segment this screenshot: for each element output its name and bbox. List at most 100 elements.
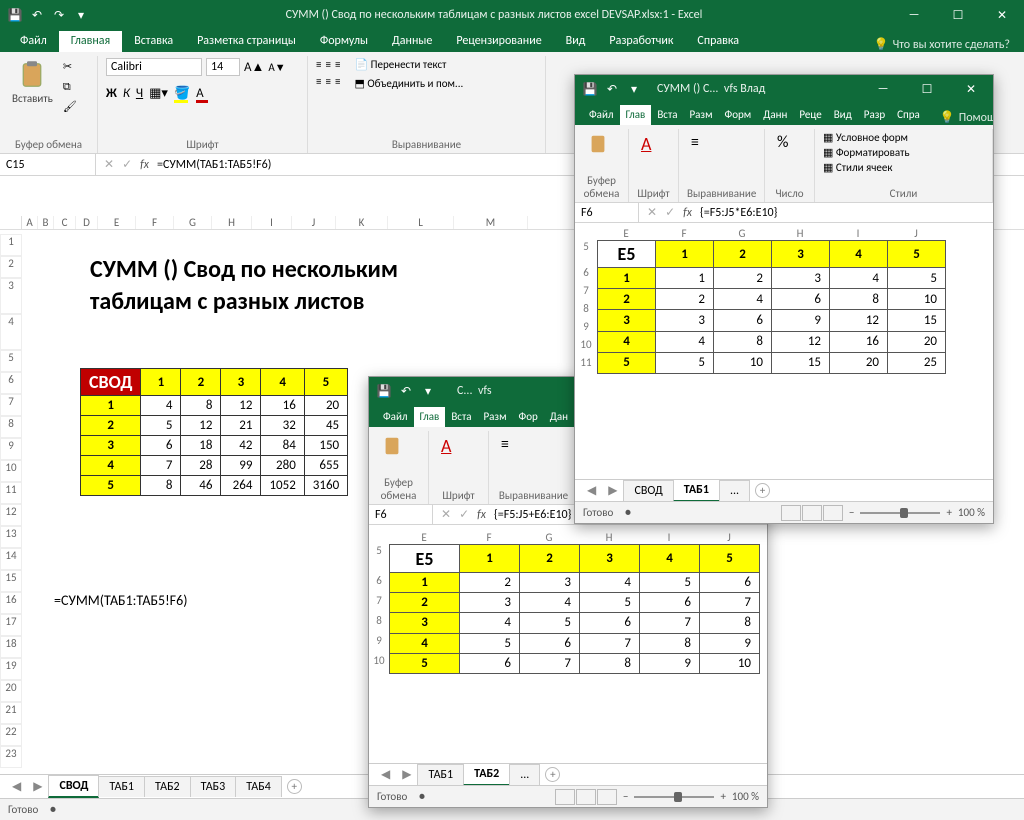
formula-bar-text[interactable]: =СУММ(ТАБ1:ТАБ5!F6) — [157, 158, 271, 172]
tab-review[interactable]: Рецензирование — [444, 31, 553, 52]
align-bot-icon[interactable]: ≡ — [335, 58, 340, 71]
tab-formulas[interactable]: Формулы — [308, 31, 380, 52]
tab-home[interactable]: Главная — [59, 31, 122, 52]
c2-namebox[interactable]: F6 — [369, 505, 433, 524]
col-b[interactable]: B — [38, 216, 54, 229]
grow-font-icon[interactable]: A▲ — [244, 59, 264, 75]
tab-file[interactable]: Файл — [8, 31, 59, 52]
qat-more-icon[interactable]: ▾ — [72, 6, 90, 24]
c3-max[interactable]: ☐ — [905, 74, 949, 104]
new-sheet-button[interactable]: + — [287, 779, 302, 794]
fx-enter-icon[interactable]: ✓ — [122, 157, 132, 172]
font-name-input[interactable] — [106, 58, 202, 76]
c2-sheet-tab2[interactable]: ТАБ2 — [463, 763, 510, 786]
bold-button[interactable]: Ж — [106, 86, 117, 101]
c2-table[interactable]: E512345 123456 234567 345678 456789 5678… — [389, 544, 760, 674]
cut-icon[interactable]: ✂ — [63, 60, 79, 76]
align-left-icon[interactable]: ≡ — [316, 75, 321, 88]
c2-save-icon[interactable]: 💾 — [375, 382, 393, 400]
sheet-tab-tab1[interactable]: ТАБ1 — [98, 776, 145, 797]
sheet-tab-tab4[interactable]: ТАБ4 — [235, 776, 282, 797]
c2-sheet-tab1[interactable]: ТАБ1 — [417, 764, 464, 785]
tabs-scroll-right[interactable]: ▶ — [27, 779, 48, 794]
tab-insert[interactable]: Вставка — [122, 31, 185, 52]
save-icon[interactable]: 💾 — [6, 6, 24, 24]
c2-formula[interactable]: {=F5:J5+E6:E10} — [494, 508, 571, 522]
col-m[interactable]: M — [454, 216, 528, 229]
redo-icon[interactable]: ↷ — [50, 6, 68, 24]
macro-icon[interactable]: ⏺ — [50, 803, 56, 817]
c3-fmt-table[interactable]: ▦ Форматировать — [823, 146, 910, 159]
c3-more-icon[interactable]: ▾ — [625, 80, 643, 98]
c2-tab-formulas[interactable]: Фор — [513, 407, 544, 427]
c3-cond-fmt[interactable]: ▦ Условное форм — [823, 131, 908, 144]
col-k[interactable]: K — [336, 216, 388, 229]
col-a[interactable]: A — [22, 216, 38, 229]
c3-close[interactable]: ✕ — [949, 74, 993, 104]
c3-formula[interactable]: {=F5:J5*E6:E10} — [700, 206, 777, 220]
tab-page-layout[interactable]: Разметка страницы — [185, 31, 308, 52]
c3-undo-icon[interactable]: ↶ — [603, 80, 621, 98]
c3-namebox[interactable]: F6 — [575, 203, 639, 222]
undo-icon[interactable]: ↶ — [28, 6, 46, 24]
merge-button[interactable]: ⬒ Объединить и пом... — [354, 77, 463, 90]
fx-cancel-icon[interactable]: ✕ — [104, 157, 114, 172]
align-top-icon[interactable]: ≡ — [316, 58, 321, 71]
col-d[interactable]: D — [76, 216, 98, 229]
align-right-icon[interactable]: ≡ — [335, 75, 340, 88]
col-e[interactable]: E — [98, 216, 136, 229]
c2-tab-home[interactable]: Глав — [414, 407, 446, 427]
c2-more-icon[interactable]: ▾ — [419, 382, 437, 400]
tab-view[interactable]: Вид — [554, 31, 598, 52]
col-h[interactable]: H — [212, 216, 252, 229]
c2-tab-layout[interactable]: Разм — [477, 407, 512, 427]
font-color-button[interactable]: A — [196, 86, 204, 101]
tabs-scroll-left[interactable]: ◀ — [6, 779, 27, 794]
c3-status: Готово — [583, 506, 613, 519]
name-box[interactable]: C15 — [0, 154, 96, 175]
col-i[interactable]: I — [252, 216, 292, 229]
fx-icon[interactable]: fx — [140, 158, 149, 172]
shrink-font-icon[interactable]: A▼ — [268, 61, 285, 74]
wrap-text-button[interactable]: 📄 Перенести текст — [354, 58, 463, 71]
c3-table[interactable]: E512345 112345 2246810 33691215 44812162… — [597, 240, 946, 374]
c2-tab-file[interactable]: Файл — [377, 407, 414, 427]
border-button[interactable]: ▦▾ — [149, 86, 168, 101]
sheet-tab-tab2[interactable]: ТАБ2 — [144, 776, 191, 797]
c3-sheet-tab1[interactable]: ТАБ1 — [673, 479, 720, 502]
col-j[interactable]: J — [292, 216, 336, 229]
fill-color-button[interactable]: 🪣 — [174, 86, 190, 101]
col-f[interactable]: F — [136, 216, 174, 229]
c3-cell-styles[interactable]: ▦ Стили ячеек — [823, 161, 892, 174]
tab-help[interactable]: Справка — [685, 31, 751, 52]
col-c[interactable]: C — [54, 216, 76, 229]
close-icon[interactable]: ✕ — [980, 0, 1024, 30]
svod-table[interactable]: СВОД 1 2 3 4 5 148121620 2512213245 3618… — [80, 368, 348, 496]
col-g[interactable]: G — [174, 216, 212, 229]
font-size-input[interactable] — [206, 58, 240, 76]
c2-undo-icon[interactable]: ↶ — [397, 382, 415, 400]
col-l[interactable]: L — [388, 216, 454, 229]
italic-button[interactable]: К — [123, 86, 130, 101]
maximize-icon[interactable]: ☐ — [936, 0, 980, 30]
align-center-icon[interactable]: ≡ — [325, 75, 330, 88]
paste-button[interactable]: Вставить — [8, 58, 57, 107]
tab-developer[interactable]: Разработчик — [597, 31, 685, 52]
c2-tab-insert[interactable]: Вста — [445, 407, 477, 427]
c3-min[interactable]: — — [861, 74, 905, 104]
c3-save-icon[interactable]: 💾 — [581, 80, 599, 98]
align-mid-icon[interactable]: ≡ — [325, 58, 330, 71]
brush-icon[interactable]: 🖌 — [63, 100, 79, 116]
sheet-tab-svod[interactable]: СВОД — [48, 775, 99, 798]
copy-icon[interactable]: ⧉ — [63, 80, 79, 96]
main-titlebar: 💾 ↶ ↷ ▾ СУММ () Свод по нескольким табли… — [0, 0, 1024, 30]
c3-sheet-svod[interactable]: СВОД — [623, 480, 673, 501]
c2-tab-data[interactable]: Дан — [544, 407, 574, 427]
sheet-tab-tab3[interactable]: ТАБ3 — [190, 776, 237, 797]
c2-sheet-more[interactable]: ... — [509, 764, 540, 785]
c2-fx-icon[interactable]: fx — [477, 508, 486, 522]
tab-data[interactable]: Данные — [380, 31, 444, 52]
tell-me[interactable]: 💡Что вы хотите сделать? — [860, 37, 1024, 52]
underline-button[interactable]: Ч — [136, 86, 143, 101]
minimize-icon[interactable]: — — [892, 0, 936, 30]
